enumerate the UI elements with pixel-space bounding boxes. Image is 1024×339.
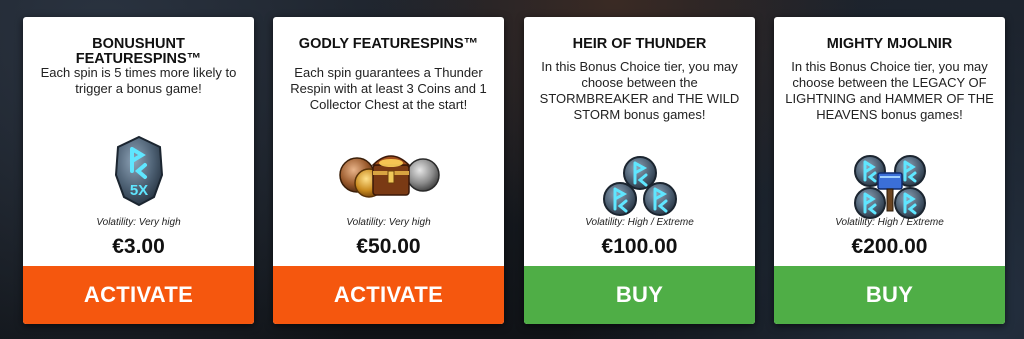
price-label: €100.00	[601, 235, 678, 258]
price-label: €3.00	[112, 235, 165, 258]
card-description: Each spin guarantees a Thunder Respin wi…	[290, 65, 487, 112]
rune-multiplier-label: 5X	[129, 182, 147, 199]
buy-button[interactable]: BUY	[774, 266, 1005, 324]
volatility-label: Volatility: Very high	[96, 217, 181, 228]
card-title: MIGHTY MJOLNIR	[826, 36, 953, 52]
card-title: BONUSHUNT FEATURESPINS™	[75, 36, 202, 67]
bonus-card-heir-of-thunder: HEIR OF THUNDER In this Bonus Choice tie…	[524, 17, 755, 324]
activate-button[interactable]: ACTIVATE	[23, 266, 254, 324]
card-description: Each spin is 5 times more likely to trig…	[40, 65, 237, 96]
price-label: €200.00	[851, 235, 928, 258]
three-rune-coins-icon	[602, 156, 677, 216]
volatility-label: Volatility: Very high	[346, 217, 431, 228]
bonus-card-godly: GODLY FEATURESPINS™ Each spin guarantees…	[273, 17, 504, 324]
four-rune-coins-hammer-icon	[853, 155, 926, 219]
buy-button[interactable]: BUY	[524, 266, 755, 324]
activate-button[interactable]: ACTIVATE	[273, 266, 504, 324]
price-label: €50.00	[356, 235, 421, 258]
treasure-chest-coins-icon	[338, 155, 440, 198]
volatility-label: Volatility: High / Extreme	[585, 217, 694, 228]
bonus-card-bonushunt: BONUSHUNT FEATURESPINS™ Each spin is 5 t…	[23, 17, 254, 324]
rune-5x-icon: 5X	[114, 135, 163, 207]
volatility-label: Volatility: High / Extreme	[835, 217, 944, 228]
card-title: GODLY FEATURESPINS™	[298, 36, 479, 52]
card-title: HEIR OF THUNDER	[572, 36, 707, 52]
card-description: In this Bonus Choice tier, you may choos…	[785, 59, 994, 122]
bonus-card-mighty-mjolnir: MIGHTY MJOLNIR In this Bonus Choice tier…	[774, 17, 1005, 324]
card-description: In this Bonus Choice tier, you may choos…	[539, 59, 740, 122]
